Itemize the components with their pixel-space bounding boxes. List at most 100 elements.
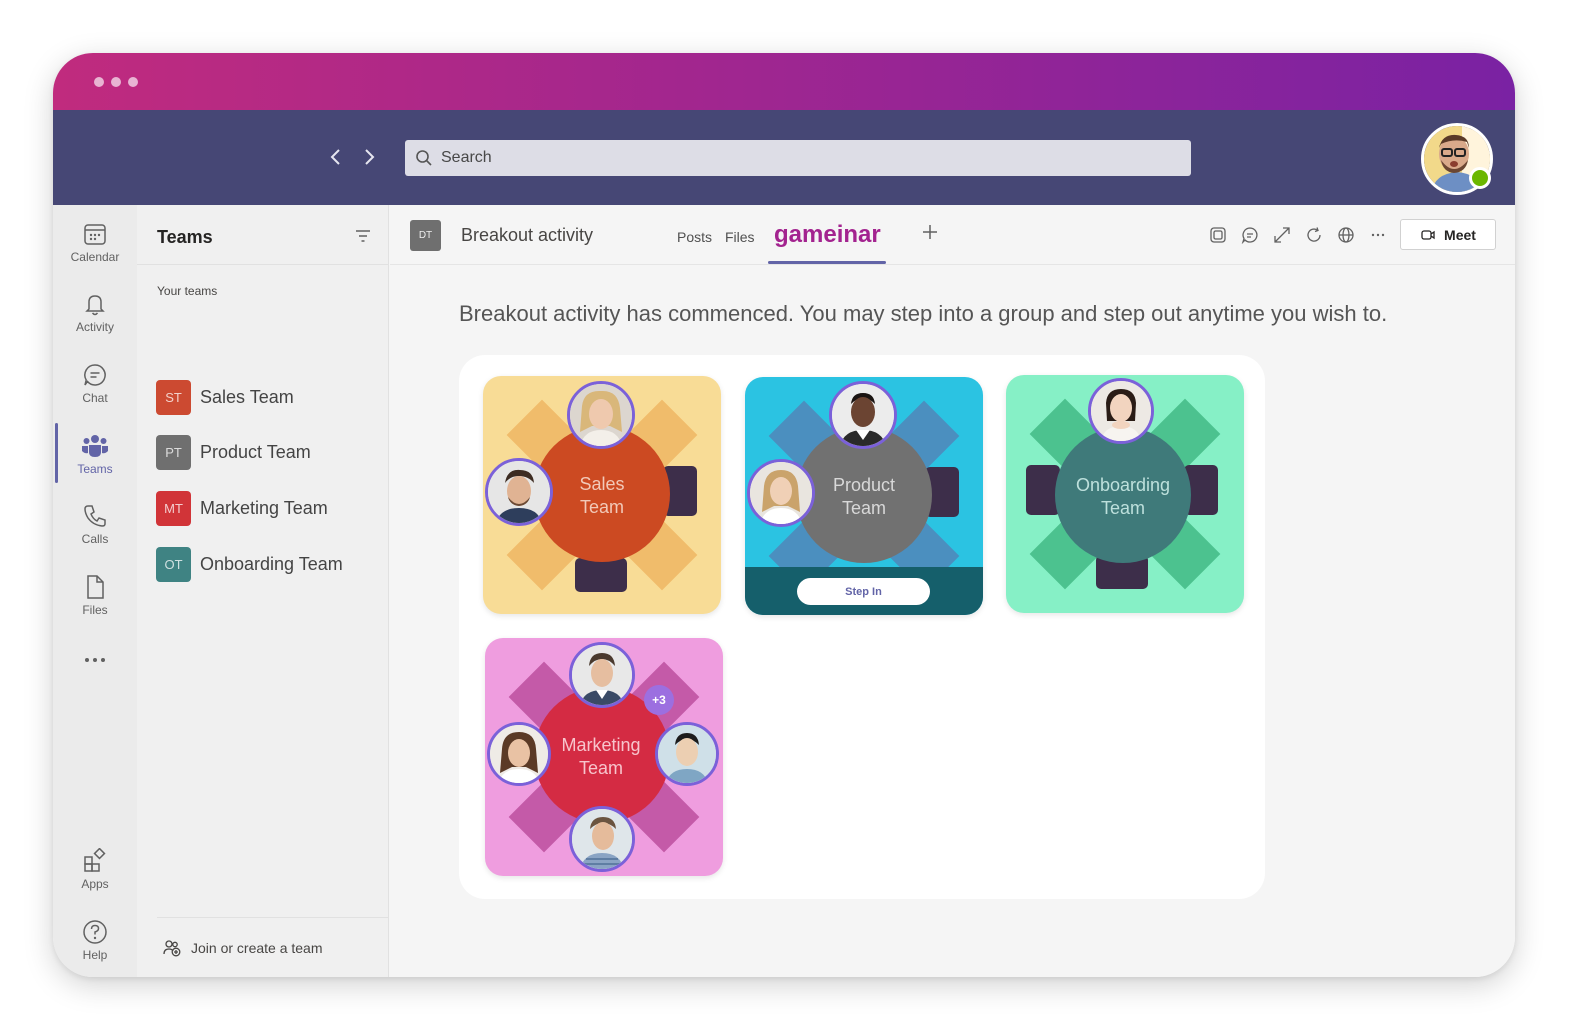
team-name: Onboarding Team: [200, 553, 343, 574]
file-icon: [87, 575, 104, 599]
join-divider: [157, 917, 389, 918]
team-name: Marketing Team: [200, 497, 328, 518]
participant-avatar[interactable]: [829, 381, 897, 449]
meet-button[interactable]: Meet: [1400, 219, 1496, 250]
participant-avatar[interactable]: [569, 642, 635, 708]
calendar-icon: [84, 224, 106, 245]
search-input[interactable]: Search: [405, 140, 1191, 176]
extra-participants-badge[interactable]: +3: [644, 685, 674, 715]
participant-photo: [570, 384, 632, 446]
teams-panel: Teams Your teams ST Sales Team PT Produc…: [137, 205, 389, 977]
rail-item-files[interactable]: Files: [53, 574, 137, 636]
team-item-marketing[interactable]: MT Marketing Team: [156, 490, 328, 526]
bell-icon: [85, 295, 105, 316]
more-horizontal-icon: [85, 658, 105, 662]
team-name: Sales Team: [200, 386, 294, 407]
participant-avatar[interactable]: [747, 459, 815, 527]
team-avatar: MT: [156, 490, 191, 526]
top-header: Search: [53, 110, 1515, 205]
filter-icon[interactable]: [355, 229, 371, 243]
expand-icon[interactable]: [1273, 226, 1291, 244]
participant-photo: [750, 462, 812, 524]
tab-posts[interactable]: Posts: [677, 229, 712, 245]
rail-label-teams: Teams: [77, 462, 113, 476]
participant-photo: [1091, 381, 1151, 441]
team-name: Product Team: [200, 441, 311, 462]
team-item-product[interactable]: PT Product Team: [156, 434, 311, 470]
rail-label-activity: Activity: [75, 320, 114, 334]
group-card-sales[interactable]: Sales Team: [483, 376, 721, 614]
rail-label-apps: Apps: [81, 877, 109, 891]
back-arrow-icon[interactable]: [327, 146, 345, 168]
app-rail: Calendar Activity Chat Teams Calls Files…: [53, 205, 137, 977]
participant-photo: [490, 725, 548, 783]
group-card-onboarding[interactable]: Onboarding Team: [1006, 375, 1244, 613]
table-label-line1: Onboarding: [1075, 475, 1171, 495]
conversation-icon[interactable]: [1241, 226, 1259, 244]
participant-photo: [572, 809, 632, 869]
channel-tab-bar: DT Breakout activity Posts Files gameina…: [390, 205, 1515, 265]
presence-available-icon: [1469, 167, 1491, 189]
participant-avatar[interactable]: [567, 381, 635, 449]
rail-item-activity[interactable]: Activity: [53, 291, 137, 353]
participant-avatar[interactable]: [655, 722, 719, 786]
app-window: Search Calendar Activity Chat Teams Call…: [53, 53, 1515, 977]
rail-item-calendar[interactable]: Calendar: [53, 221, 137, 283]
rail-item-help[interactable]: Help: [53, 919, 137, 977]
team-avatar: PT: [156, 434, 191, 470]
forward-arrow-icon[interactable]: [360, 146, 378, 168]
tab-gameinar[interactable]: gameinar: [774, 221, 881, 249]
group-card-product[interactable]: Product Team Step In: [745, 377, 983, 615]
team-avatar: ST: [156, 379, 191, 415]
chat-icon: [84, 364, 106, 386]
rail-label-files: Files: [82, 603, 108, 617]
participant-photo: [658, 725, 716, 783]
participant-avatar[interactable]: [1088, 378, 1154, 444]
rail-item-apps[interactable]: Apps: [53, 848, 137, 910]
rail-item-chat[interactable]: Chat: [53, 362, 137, 424]
panel-divider: [137, 264, 389, 265]
join-create-team-button[interactable]: Join or create a team: [163, 939, 323, 957]
tab-files[interactable]: Files: [725, 229, 755, 245]
rail-more-button[interactable]: [53, 655, 137, 679]
breakout-message: Breakout activity has commenced. You may…: [459, 301, 1388, 326]
video-camera-icon: [1421, 229, 1435, 240]
globe-icon[interactable]: [1337, 226, 1355, 244]
channel-title: Breakout activity: [461, 225, 594, 245]
step-in-button[interactable]: Step In: [797, 578, 930, 605]
rail-item-teams[interactable]: Teams: [53, 433, 137, 495]
table-label-line2: Team: [1100, 498, 1145, 518]
phone-icon: [84, 505, 106, 527]
refresh-icon[interactable]: [1305, 226, 1323, 244]
team-avatar: OT: [156, 546, 191, 582]
channel-main: DT Breakout activity Posts Files gameina…: [390, 205, 1515, 977]
help-icon: [83, 920, 107, 944]
add-team-icon: [163, 940, 181, 957]
participant-avatar[interactable]: [569, 806, 635, 872]
more-options-icon[interactable]: [1369, 226, 1387, 244]
search-placeholder: Search: [441, 149, 492, 166]
popout-icon[interactable]: [1209, 226, 1227, 244]
window-controls[interactable]: [94, 77, 138, 87]
participant-avatar[interactable]: [485, 458, 553, 526]
channel-badge: DT: [410, 220, 441, 251]
team-item-onboarding[interactable]: OT Onboarding Team: [156, 546, 343, 582]
add-tab-plus-icon[interactable]: [921, 223, 939, 241]
title-bar: [53, 53, 1515, 110]
participant-photo: [832, 384, 894, 446]
rail-label-chat: Chat: [82, 391, 108, 405]
breakout-board: Sales Team Product Team Step In Onboardi…: [459, 355, 1265, 899]
rail-item-calls[interactable]: Calls: [53, 503, 137, 565]
team-item-sales[interactable]: ST Sales Team: [156, 379, 294, 415]
your-teams-label: Your teams: [157, 284, 218, 298]
group-card-marketing[interactable]: Marketing Team +3: [485, 638, 723, 876]
search-icon: [416, 150, 432, 166]
participant-photo: [572, 645, 632, 705]
rail-label-help: Help: [82, 948, 108, 962]
join-create-team-label: Join or create a team: [191, 940, 323, 956]
participant-photo: [488, 461, 550, 523]
rail-label-calendar: Calendar: [70, 250, 120, 264]
rail-label-calls: Calls: [81, 532, 109, 546]
teams-panel-title: Teams: [157, 227, 213, 247]
participant-avatar[interactable]: [487, 722, 551, 786]
